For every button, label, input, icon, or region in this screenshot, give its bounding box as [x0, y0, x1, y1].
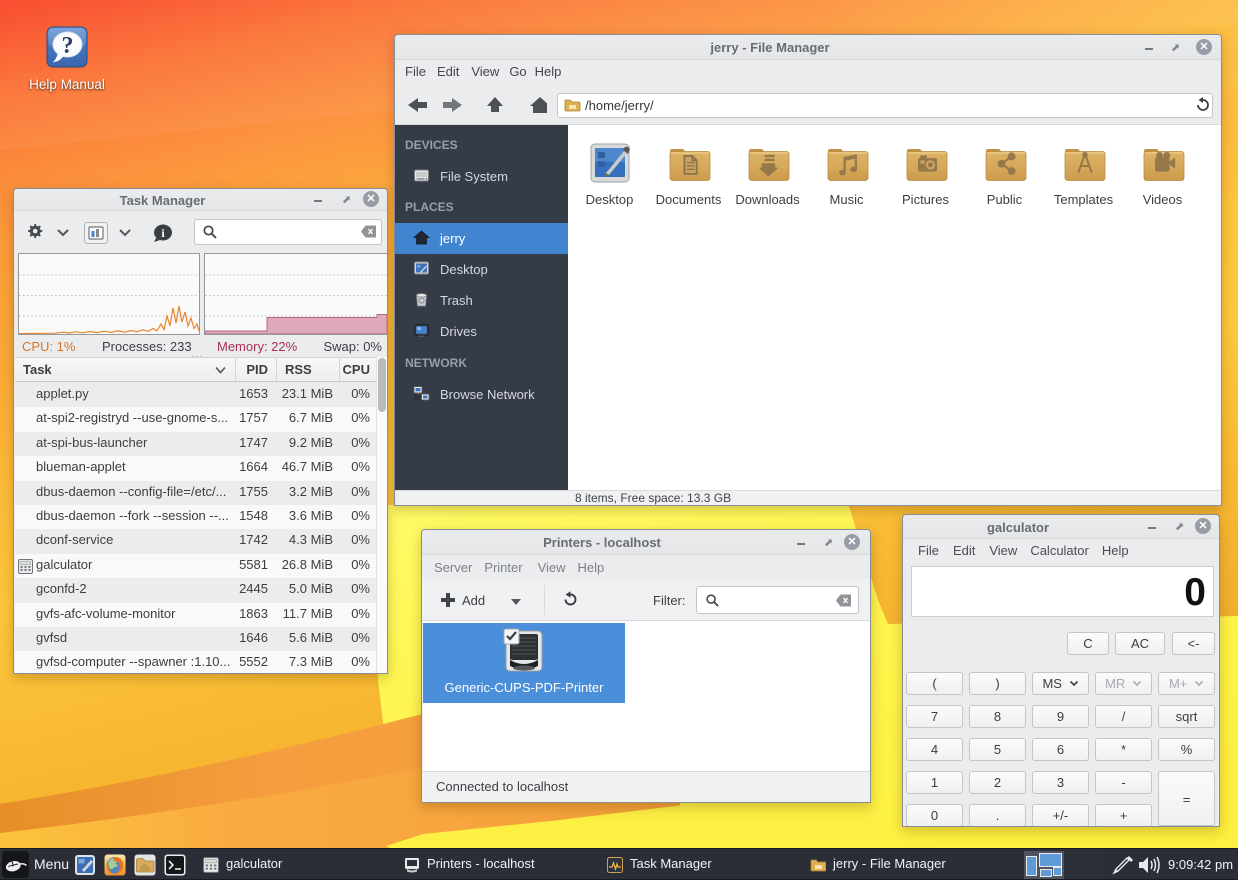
svg-text:?: ? [62, 33, 74, 59]
